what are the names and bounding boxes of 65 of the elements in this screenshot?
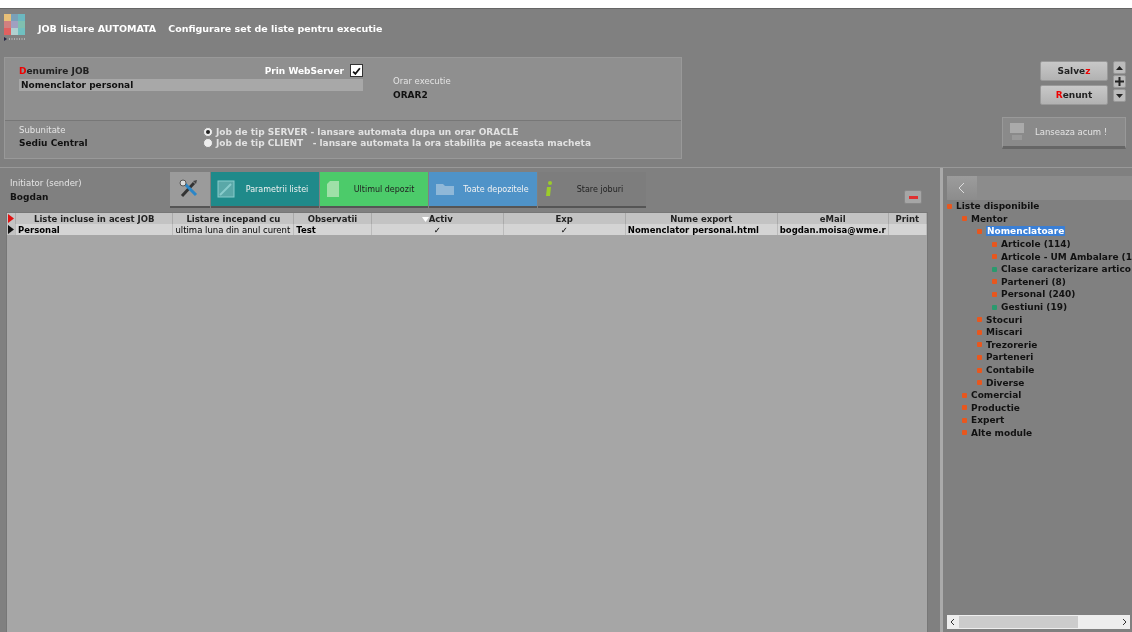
- column-header[interactable]: eMail: [777, 213, 889, 224]
- tree-item[interactable]: Personal (240): [1001, 289, 1076, 300]
- row-indicator[interactable]: [7, 224, 16, 235]
- tree-item[interactable]: Productie: [971, 402, 1020, 413]
- scroll-down-button[interactable]: [1113, 89, 1126, 102]
- folder-icon: [435, 182, 455, 196]
- tree-item[interactable]: Stocuri: [986, 314, 1023, 325]
- window-title: JOB listare AUTOMATA: [38, 22, 157, 34]
- down-arrow-icon: [1116, 93, 1123, 98]
- column-header[interactable]: Exp: [503, 213, 626, 224]
- radio-label: Job de tip SERVER - lansare automata dupa un orar ORACLE: [216, 127, 519, 137]
- tree-item[interactable]: Expert: [971, 415, 1005, 426]
- app-logo-icon: [4, 14, 26, 42]
- field-label: Orar executie: [393, 76, 451, 86]
- tree-item[interactable]: Articole (114): [1001, 239, 1071, 250]
- scroll-up-button[interactable]: [1113, 61, 1126, 74]
- tree-item[interactable]: Articole - UM Ambalare (1: [1001, 251, 1132, 262]
- toolbar-button[interactable]: Ultimul depozit: [320, 172, 428, 208]
- sort-arrow-icon: [421, 216, 429, 222]
- field-label: Denumire JOB: [19, 65, 90, 76]
- radio-button[interactable]: [203, 138, 213, 148]
- action-button[interactable]: Renunt: [1040, 85, 1108, 105]
- tree-item[interactable]: Diverse: [986, 377, 1025, 388]
- tree-item[interactable]: Miscari: [986, 327, 1023, 338]
- tree-item[interactable]: Clase caracterizare artico: [1001, 264, 1131, 275]
- subunit-value[interactable]: Sediu Central: [19, 138, 119, 148]
- add-button[interactable]: [1113, 75, 1126, 88]
- table-cell: Test: [293, 224, 372, 235]
- column-header[interactable]: Nume export: [625, 213, 778, 224]
- tree-item[interactable]: Parteneri: [986, 352, 1034, 363]
- radio-label: Job de tip CLIENT - lansare automata la ora stabilita pe aceasta macheta: [216, 138, 591, 148]
- machine-icon: [1009, 122, 1027, 142]
- tree-item[interactable]: Comercial: [971, 390, 1022, 401]
- table-cell: Personal: [15, 224, 173, 235]
- radio-button[interactable]: [203, 127, 213, 137]
- job-name-field[interactable]: Nomenclator personal: [19, 79, 363, 91]
- initiator-value[interactable]: Bogdan: [10, 192, 170, 202]
- horizontal-scrollbar[interactable]: [947, 615, 1130, 629]
- schedule-value[interactable]: ORAR2: [393, 90, 451, 100]
- webserver-checkbox[interactable]: [350, 64, 363, 77]
- action-button[interactable]: Salvez: [1040, 61, 1108, 81]
- tree-item[interactable]: Parteneri (8): [1001, 276, 1066, 287]
- chevron-left-icon: [959, 183, 966, 193]
- tools-button[interactable]: [170, 172, 210, 208]
- tree-item[interactable]: Nomenclatoare: [986, 226, 1066, 237]
- tree-item[interactable]: Gestiuni (19): [1001, 302, 1068, 313]
- tree-item[interactable]: Alte module: [971, 428, 1033, 438]
- tree-item[interactable]: Mentor: [971, 213, 1008, 224]
- table-cell: ✓: [503, 224, 626, 235]
- table-cell: ✓: [371, 224, 504, 235]
- column-header[interactable]: Activ: [371, 213, 504, 224]
- page-icon: [326, 180, 340, 198]
- chart-icon: [217, 180, 235, 198]
- tree-item[interactable]: Liste disponibile: [956, 201, 1040, 212]
- table-cell: ultima luna din anul curent: [172, 224, 294, 235]
- window-subtitle: Configurare set de liste pentru executie: [168, 22, 383, 34]
- tree-item[interactable]: Trezorerie: [986, 339, 1038, 350]
- checkbox-label: Prin WebServer: [264, 65, 344, 76]
- table-cell: bogdan.moisa@wme.r: [777, 224, 889, 235]
- field-label: Initiator (sender): [10, 178, 83, 188]
- tree-item[interactable]: Contabile: [986, 365, 1035, 375]
- field-label: Subunitate: [19, 125, 67, 135]
- up-arrow-icon: [1116, 65, 1123, 70]
- table-cell: Nomenclator personal.html: [625, 224, 778, 235]
- info-icon: [544, 180, 554, 198]
